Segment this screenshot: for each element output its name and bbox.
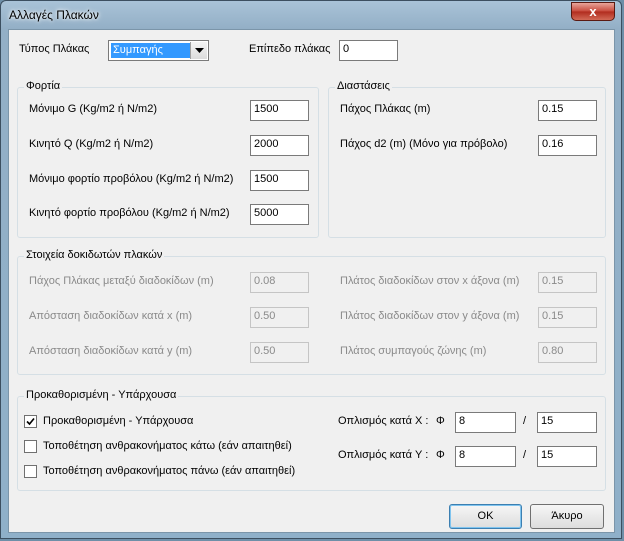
- rib-spacing-x-label: Απόσταση διαδοκίδων κατά x (m): [29, 310, 193, 322]
- ribbed-slab-group-title: Στοιχεία δοκιδωτών πλακών: [24, 249, 165, 261]
- slab-thickness-input[interactable]: 0.15: [538, 100, 597, 121]
- slab-type-value: Συμπαγής: [111, 43, 190, 58]
- reinforcement-y-diameter-input[interactable]: 8: [455, 446, 516, 467]
- predefined-group: Προκαθορισμένη - Υπάρχουσα Προκαθορισμέν…: [17, 389, 606, 491]
- reinforcement-y-phi: Φ: [436, 449, 445, 461]
- slab-type-label: Τύπος Πλάκας: [19, 43, 90, 55]
- d2-thickness-input[interactable]: 0.16: [538, 135, 597, 156]
- predefined-group-title: Προκαθορισμένη - Υπάρχουσα: [24, 389, 179, 401]
- close-icon: x: [589, 4, 597, 19]
- close-button[interactable]: x: [571, 2, 615, 21]
- reinforcement-y-slash: /: [523, 449, 527, 461]
- ok-button[interactable]: OK: [449, 504, 522, 529]
- cantilever-dead-load-input[interactable]: 1500: [250, 170, 309, 191]
- slab-level-input[interactable]: 0: [339, 40, 398, 61]
- reinforcement-y-spacing-input[interactable]: 15: [537, 446, 597, 467]
- reinforcement-y-label: Οπλισμός κατά Y :: [338, 449, 429, 461]
- solid-zone-width-label: Πλάτος συμπαγούς ζώνης (m): [340, 345, 487, 357]
- solid-zone-width-input[interactable]: 0.80: [538, 342, 597, 363]
- window-title: Αλλαγές Πλακών: [9, 8, 99, 22]
- cancel-button[interactable]: Άκυρο: [530, 504, 604, 529]
- reinforcement-x-slash: /: [523, 415, 527, 427]
- cantilever-dead-load-label: Μόνιμο φορτίο προβόλου (Kg/m2 ή N/m2): [29, 173, 234, 185]
- dead-load-input[interactable]: 1500: [250, 100, 309, 121]
- rib-width-x-label: Πλάτος διαδοκίδων στον x άξονα (m): [340, 275, 520, 287]
- live-load-input[interactable]: 2000: [250, 135, 309, 156]
- d2-thickness-label: Πάχος d2 (m) (Μόνο για πρόβολο): [340, 138, 508, 150]
- dialog-window: Αλλαγές Πλακών x Τύπος Πλάκας Συμπαγής Ε…: [0, 0, 622, 539]
- live-load-label: Κινητό Q (Kg/m2 ή N/m2): [29, 138, 154, 150]
- slab-thickness-label: Πάχος Πλάκας (m): [340, 103, 431, 115]
- rib-width-y-label: Πλάτος διαδοκίδων στον y άξονα (m): [340, 310, 520, 322]
- cantilever-live-load-label: Κινητό φορτίο προβόλου (Kg/m2 ή N/m2): [29, 207, 230, 219]
- rib-slab-thickness-label: Πάχος Πλάκας μεταξύ διαδοκίδων (m): [29, 275, 214, 287]
- predefined-checkbox[interactable]: [24, 415, 37, 428]
- rib-spacing-y-input[interactable]: 0.50: [250, 342, 309, 363]
- chevron-down-icon: [194, 47, 204, 53]
- checkmark-icon: [26, 417, 35, 426]
- loads-group-title: Φορτία: [24, 80, 63, 92]
- rib-width-y-input[interactable]: 0.15: [538, 307, 597, 328]
- rib-width-x-input[interactable]: 0.15: [538, 272, 597, 293]
- slab-level-label: Επίπεδο πλάκας: [249, 43, 331, 55]
- carbon-top-checkbox-label: Τοποθέτηση ανθρακονήματος πάνω (εάν απαι…: [43, 465, 296, 477]
- cantilever-live-load-input[interactable]: 5000: [250, 204, 309, 225]
- reinforcement-x-label: Οπλισμός κατά X :: [338, 415, 429, 427]
- dropdown-button[interactable]: [190, 42, 207, 59]
- dimensions-group-title: Διαστάσεις: [335, 80, 392, 92]
- dimensions-group: Διαστάσεις Πάχος Πλάκας (m) 0.15 Πάχος d…: [328, 80, 606, 238]
- rib-slab-thickness-input[interactable]: 0.08: [250, 272, 309, 293]
- dead-load-label: Μόνιμο G (Kg/m2 ή N/m2): [29, 103, 157, 115]
- reinforcement-x-spacing-input[interactable]: 15: [537, 412, 597, 433]
- dialog-client: Τύπος Πλάκας Συμπαγής Επίπεδο πλάκας 0 Φ…: [8, 29, 615, 533]
- title-bar[interactable]: Αλλαγές Πλακών x: [1, 1, 621, 29]
- carbon-bottom-checkbox[interactable]: [24, 440, 37, 453]
- slab-type-select[interactable]: Συμπαγής: [108, 40, 209, 61]
- predefined-checkbox-label: Προκαθορισμένη - Υπάρχουσα: [43, 415, 194, 427]
- ribbed-slab-group: Στοιχεία δοκιδωτών πλακών Πάχος Πλάκας μ…: [17, 249, 606, 375]
- rib-spacing-y-label: Απόσταση διαδοκίδων κατά y (m): [29, 345, 193, 357]
- carbon-bottom-checkbox-label: Τοποθέτηση ανθρακονήματος κάτω (εάν απαι…: [43, 440, 292, 452]
- carbon-top-checkbox[interactable]: [24, 465, 37, 478]
- reinforcement-x-phi: Φ: [436, 415, 445, 427]
- rib-spacing-x-input[interactable]: 0.50: [250, 307, 309, 328]
- reinforcement-x-diameter-input[interactable]: 8: [455, 412, 516, 433]
- loads-group: Φορτία Μόνιμο G (Kg/m2 ή N/m2) 1500 Κινη…: [17, 80, 319, 238]
